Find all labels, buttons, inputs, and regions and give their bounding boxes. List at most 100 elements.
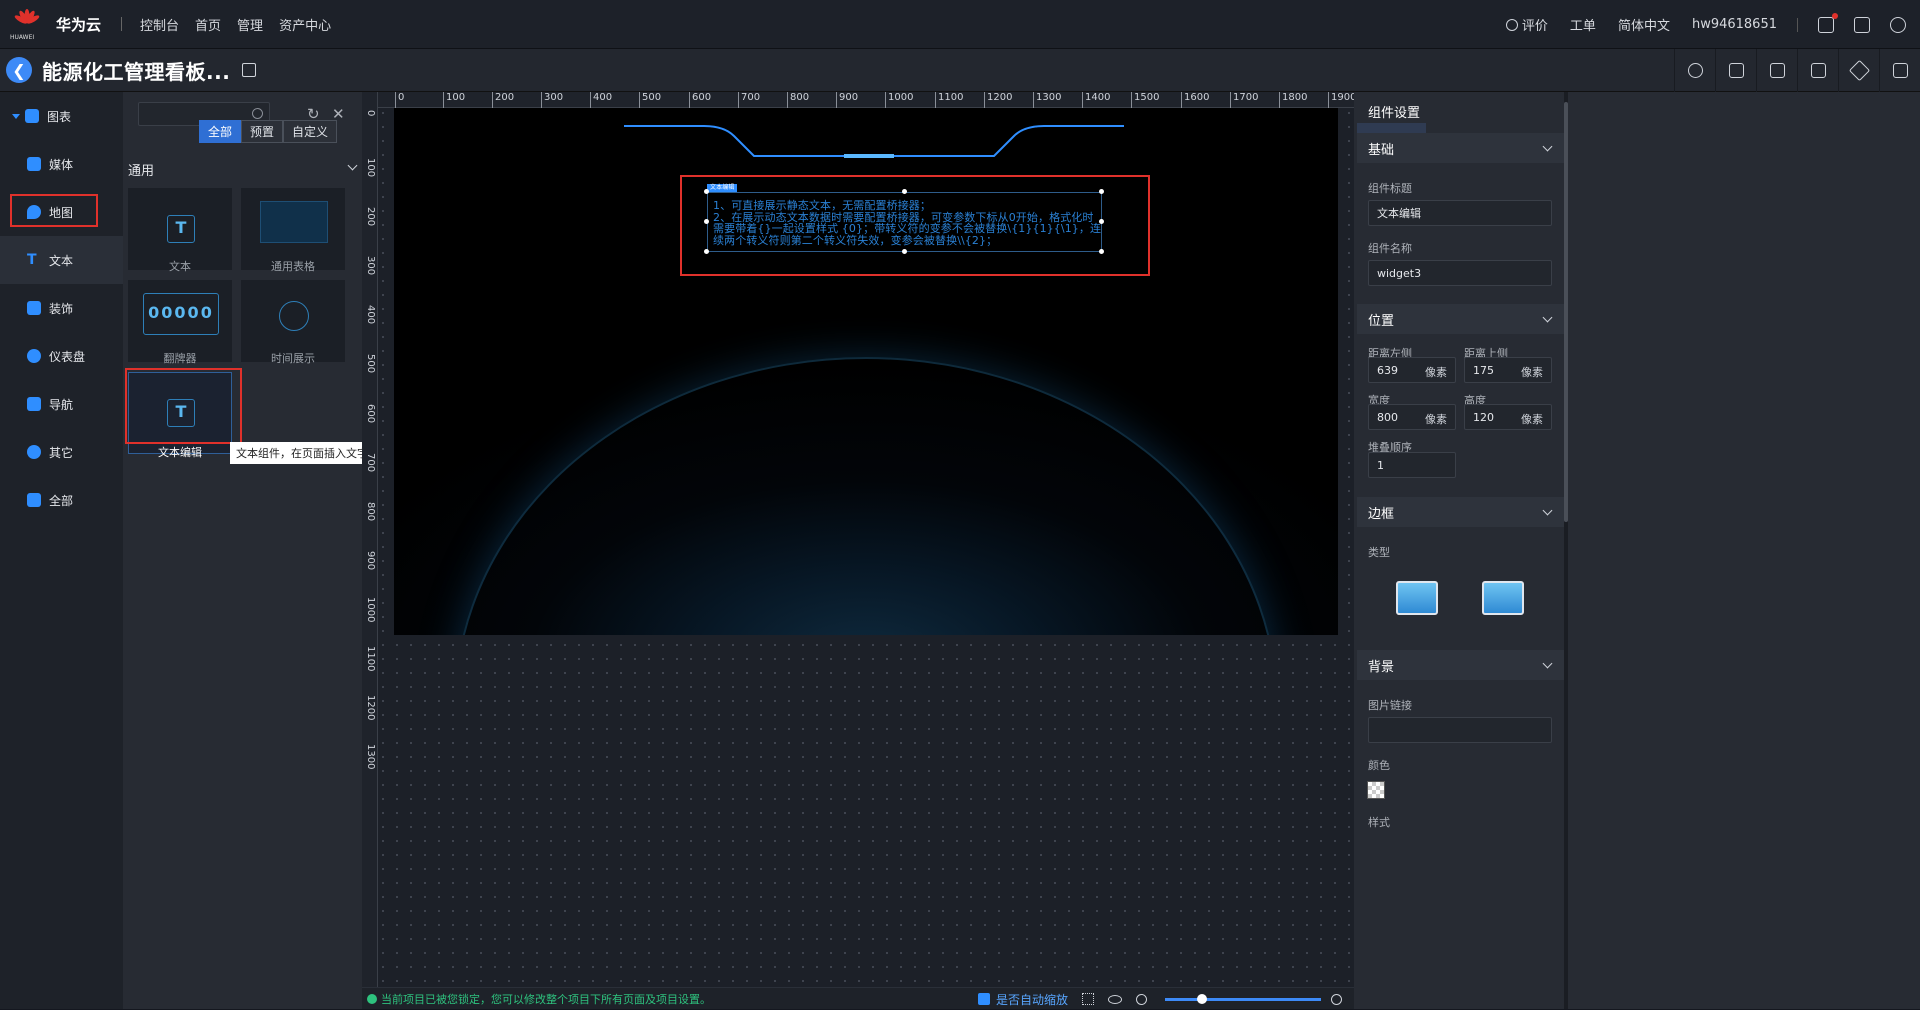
text-widget-icon: T: [167, 215, 195, 243]
top-offset-input[interactable]: 175 像素: [1464, 357, 1552, 383]
component-panel: ↻ ✕ 全部 预置 自定义 通用 T 文本 通用表格 00000 翻牌器 时间展…: [123, 92, 362, 1009]
preview-button[interactable]: [1879, 49, 1920, 92]
unlock-button[interactable]: [1756, 49, 1797, 92]
ruler-tick: 1100: [365, 646, 376, 672]
category-other[interactable]: 其它: [0, 428, 123, 476]
decoration-icon: [27, 301, 41, 315]
zorder-input[interactable]: 1: [1368, 452, 1456, 478]
edit-title-icon[interactable]: [242, 63, 257, 77]
width-input[interactable]: 800 像素: [1368, 404, 1456, 430]
help-icon[interactable]: [1890, 16, 1906, 33]
left-offset-input[interactable]: 639 像素: [1368, 357, 1456, 383]
segment-custom[interactable]: 自定义: [283, 120, 338, 143]
category-media[interactable]: 媒体: [0, 140, 123, 188]
autozoom-checkbox[interactable]: [977, 993, 990, 1005]
ruler-tick: 600: [688, 92, 712, 108]
highlight-text-widget: [680, 175, 1150, 276]
nav-manage[interactable]: 管理: [237, 15, 263, 34]
ticket-link[interactable]: 工单: [1570, 15, 1596, 34]
color-picker[interactable]: [1367, 781, 1385, 799]
component-title-input[interactable]: 文本编辑: [1368, 200, 1552, 226]
section-background[interactable]: 背景: [1357, 650, 1565, 680]
widget-label: 翻牌器: [163, 352, 197, 365]
widget-label: 文本: [169, 260, 191, 273]
segment-preset[interactable]: 预置: [241, 120, 284, 143]
border-type-option-2[interactable]: [1482, 581, 1524, 615]
ruler-tick: 1500: [1130, 92, 1160, 108]
smile-icon: [1505, 18, 1518, 31]
gauge-icon: [27, 349, 41, 363]
close-icon[interactable]: ✕: [332, 107, 346, 122]
publish-button[interactable]: [1838, 49, 1879, 92]
ruler-tick: 700: [365, 453, 376, 473]
section-general[interactable]: 通用: [128, 160, 358, 179]
save-button[interactable]: [1797, 49, 1838, 92]
nav-home[interactable]: 首页: [195, 15, 221, 34]
user-menu[interactable]: hw94618651: [1692, 17, 1777, 32]
category-gauge[interactable]: 仪表盘: [0, 332, 123, 380]
segment-all[interactable]: 全部: [199, 120, 242, 143]
category-chart[interactable]: 图表: [0, 92, 123, 140]
field-label: 组件名称: [1368, 242, 1412, 255]
category-all[interactable]: 全部: [0, 476, 123, 524]
nav-assets[interactable]: 资产中心: [279, 15, 331, 34]
feedback-label: 评价: [1521, 19, 1548, 34]
header-decoration: [624, 125, 1124, 158]
refresh-icon[interactable]: ↻: [307, 107, 321, 122]
category-navigation[interactable]: 导航: [0, 380, 123, 428]
notification-icon[interactable]: [1818, 12, 1838, 33]
lock-button[interactable]: [1715, 49, 1756, 92]
input-value: 175: [1473, 363, 1494, 377]
category-label: 媒体: [49, 157, 74, 172]
section-position[interactable]: 位置: [1357, 304, 1565, 334]
ruler-tick: 300: [540, 92, 564, 108]
zoom-controls: 是否自动缩放: [977, 988, 1342, 1010]
ruler-tick: 1000: [365, 597, 376, 623]
settings-scrollbar[interactable]: [1564, 92, 1568, 1009]
ruler-tick: 1200: [365, 695, 376, 721]
zoom-slider-knob[interactable]: [1197, 993, 1207, 1004]
mail-icon[interactable]: [1854, 16, 1870, 33]
vertical-ruler: 0 100 200 300 400 500 600 700 800 900 10…: [362, 92, 378, 1009]
ruler-tick: 1300: [365, 744, 376, 770]
huawei-cloud-logo[interactable]: HUAWEI 华为云: [10, 0, 101, 49]
nav-console[interactable]: 控制台: [140, 15, 179, 34]
image-link-input[interactable]: [1368, 717, 1552, 743]
settings-button[interactable]: [1674, 49, 1715, 92]
section-basic[interactable]: 基础: [1357, 133, 1565, 163]
eye-icon[interactable]: [1108, 994, 1122, 1004]
height-input[interactable]: 120 像素: [1464, 404, 1552, 430]
flipper-widget-icon: 00000: [143, 293, 219, 335]
grid-icon[interactable]: [1082, 993, 1094, 1005]
status-bar: 当前项目已被您锁定，您可以修改整个项目下所有页面及项目设置。 是否自动缩放: [362, 987, 1354, 1009]
border-type-option-1[interactable]: [1396, 581, 1438, 615]
category-label: 全部: [49, 493, 74, 508]
status-message: 当前项目已被您锁定，您可以修改整个项目下所有页面及项目设置。: [381, 992, 711, 1006]
scrollbar-thumb[interactable]: [1564, 102, 1568, 522]
zoom-slider[interactable]: [1165, 993, 1321, 1004]
unit-label: 像素: [1425, 366, 1447, 379]
chart-icon: [25, 109, 39, 123]
zoom-in-icon[interactable]: [1331, 993, 1342, 1005]
chevron-down-icon: [347, 160, 358, 171]
unit-label: 像素: [1425, 413, 1447, 426]
chevron-down-icon: [1542, 312, 1553, 323]
zoom-out-icon[interactable]: [1136, 993, 1147, 1005]
chevron-down-icon: [1542, 505, 1553, 516]
feedback-link[interactable]: 评价: [1505, 15, 1548, 34]
category-label: 装饰: [49, 301, 74, 316]
chevron-down-icon: [1542, 141, 1553, 152]
chevron-down-icon: [1542, 658, 1553, 669]
component-name-input[interactable]: widget3: [1368, 260, 1552, 286]
category-decoration[interactable]: 装饰: [0, 284, 123, 332]
ruler-tick: 700: [737, 92, 761, 108]
project-toolbar: ❮ 能源化工管理看板...: [0, 49, 1920, 92]
section-border[interactable]: 边框: [1357, 497, 1565, 527]
widget-label: 文本编辑: [158, 446, 202, 459]
language-switch[interactable]: 简体中文: [1618, 15, 1670, 34]
back-button[interactable]: ❮: [6, 57, 32, 83]
category-text[interactable]: T 文本: [0, 236, 123, 284]
ruler-tick: 400: [589, 92, 613, 108]
lock-icon: [1728, 63, 1744, 78]
unlock-icon: [1769, 63, 1785, 78]
